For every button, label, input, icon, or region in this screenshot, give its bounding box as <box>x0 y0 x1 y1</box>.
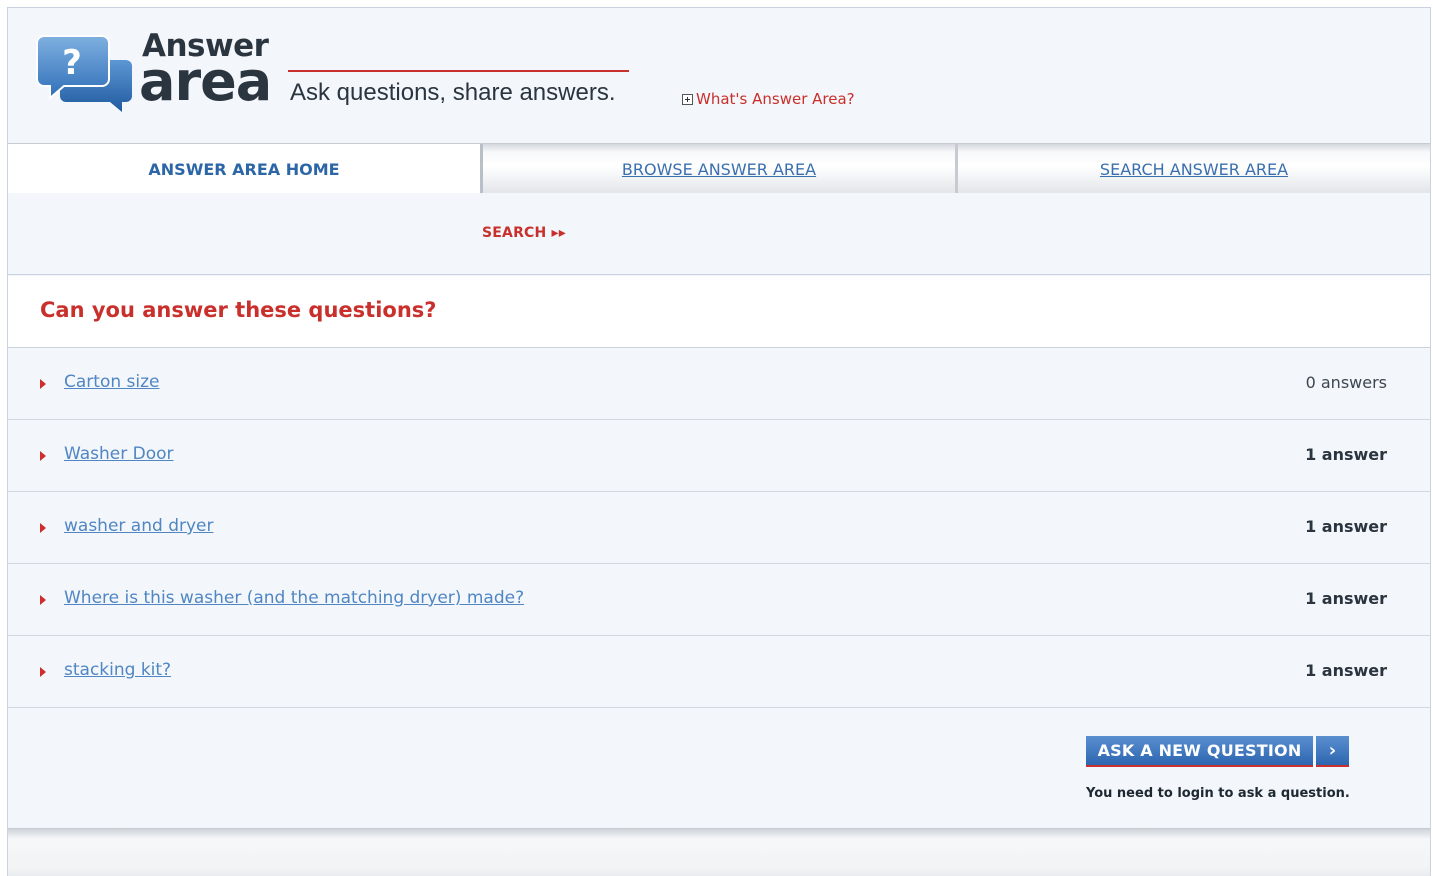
chevron-right-icon[interactable]: › <box>1316 736 1349 767</box>
whats-answer-area-label[interactable]: What's Answer Area? <box>696 89 855 109</box>
speech-bubbles-logo-icon[interactable]: ? <box>36 34 134 114</box>
question-row: Where is this washer (and the matching d… <box>8 564 1430 636</box>
tab-browse-answer-area[interactable]: BROWSE ANSWER AREA <box>483 144 958 194</box>
questions-list: Carton size 0 answers Washer Door 1 answ… <box>8 348 1430 708</box>
triangle-bullet-icon <box>40 523 46 533</box>
triangle-bullet-icon <box>40 595 46 605</box>
answer-count: 1 answer <box>1305 445 1387 464</box>
questions-title: Can you answer these questions? <box>40 298 437 322</box>
answer-count: 1 answer <box>1305 661 1387 680</box>
page-frame: ? Answer area Ask questions, share answe… <box>7 7 1431 876</box>
question-row: stacking kit? 1 answer <box>8 636 1430 708</box>
login-required-note: You need to login to ask a question. <box>1086 786 1350 801</box>
question-link[interactable]: stacking kit? <box>64 660 171 680</box>
question-row: Carton size 0 answers <box>8 348 1430 420</box>
tagline: Ask questions, share answers. <box>290 79 616 106</box>
answer-count: 1 answer <box>1305 589 1387 608</box>
ask-new-question-label[interactable]: ASK A NEW QUESTION <box>1086 736 1313 767</box>
search-link[interactable]: SEARCH ▸▸ <box>482 225 566 241</box>
triangle-bullet-icon <box>40 667 46 677</box>
tab-answer-area-home[interactable]: ANSWER AREA HOME <box>8 144 483 194</box>
question-link[interactable]: washer and dryer <box>64 516 213 536</box>
question-link[interactable]: Where is this washer (and the matching d… <box>64 588 524 608</box>
ask-new-question-button[interactable]: ASK A NEW QUESTION › <box>1086 736 1349 767</box>
main-tabs: ANSWER AREA HOME BROWSE ANSWER AREA SEAR… <box>8 143 1430 194</box>
tab-search-answer-area[interactable]: SEARCH ANSWER AREA <box>958 144 1430 194</box>
whats-answer-area-link[interactable]: What's Answer Area? <box>682 89 855 109</box>
site-header: ? Answer area Ask questions, share answe… <box>8 8 1430 143</box>
tagline-divider <box>288 70 629 72</box>
logo-wordmark-area: area <box>139 50 272 113</box>
footer-bar <box>8 828 1430 876</box>
triangle-bullet-icon <box>40 379 46 389</box>
triangle-bullet-icon <box>40 451 46 461</box>
answer-count: 1 answer <box>1305 517 1387 536</box>
question-link[interactable]: Washer Door <box>64 444 174 464</box>
question-row: Washer Door 1 answer <box>8 420 1430 492</box>
search-strip: SEARCH ▸▸ <box>8 193 1430 275</box>
answer-count: 0 answers <box>1305 373 1387 392</box>
questions-header: Can you answer these questions? <box>8 276 1430 348</box>
question-row: washer and dryer 1 answer <box>8 492 1430 564</box>
expand-plus-icon[interactable] <box>682 93 693 105</box>
svg-text:?: ? <box>62 43 82 83</box>
question-link[interactable]: Carton size <box>64 372 159 392</box>
